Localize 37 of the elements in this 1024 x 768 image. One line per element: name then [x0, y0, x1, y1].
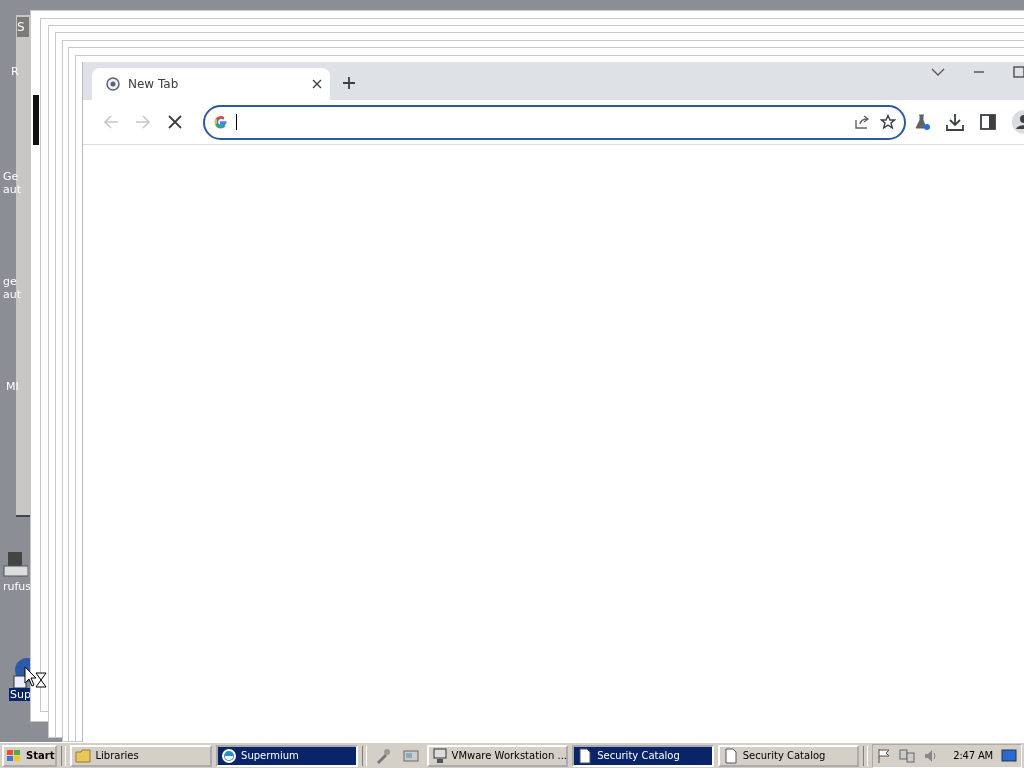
clock[interactable]: 2:47 AM [953, 750, 993, 761]
document-icon [722, 747, 739, 764]
start-button[interactable]: Start [2, 744, 58, 767]
show-desktop-icon[interactable] [1001, 747, 1017, 764]
taskbar-button[interactable]: Security Catalog [572, 744, 714, 767]
download-icon[interactable] [946, 113, 964, 131]
taskbar-button[interactable]: VMware Workstation ... [426, 744, 569, 767]
flask-icon[interactable] [914, 114, 930, 130]
left-arrow-icon [103, 114, 119, 130]
star-icon[interactable] [880, 114, 896, 130]
icon-label[interactable]: Sup [9, 688, 32, 701]
text-cursor [236, 114, 237, 130]
globe-icon [106, 77, 120, 91]
close-icon[interactable] [312, 79, 322, 89]
maximize-icon[interactable] [1013, 66, 1024, 78]
new-tab-button[interactable] [340, 74, 358, 92]
taskbar-button[interactable]: Supermium [216, 744, 358, 767]
window-title: S [17, 17, 29, 37]
usb-drive-icon [2, 550, 28, 580]
flag-icon[interactable] [877, 747, 892, 764]
taskbar-button[interactable]: Security Catalog [717, 744, 860, 767]
document-icon [577, 747, 594, 764]
right-arrow-icon [135, 114, 151, 130]
windows-logo-icon [6, 748, 22, 763]
network-icon[interactable] [899, 747, 916, 764]
chevron-down-icon[interactable] [931, 67, 945, 77]
computer-icon [431, 747, 448, 764]
browser-tab[interactable]: New Tab [92, 68, 330, 100]
close-icon [168, 115, 182, 129]
address-field[interactable] [203, 104, 906, 140]
side-panel-icon[interactable] [980, 114, 996, 130]
browser-icon [221, 747, 238, 764]
folder-icon [75, 747, 92, 764]
google-g-icon [214, 115, 228, 129]
taskbar-button[interactable]: Libraries [70, 744, 213, 767]
share-icon[interactable] [854, 114, 870, 130]
plus-icon [342, 76, 356, 90]
